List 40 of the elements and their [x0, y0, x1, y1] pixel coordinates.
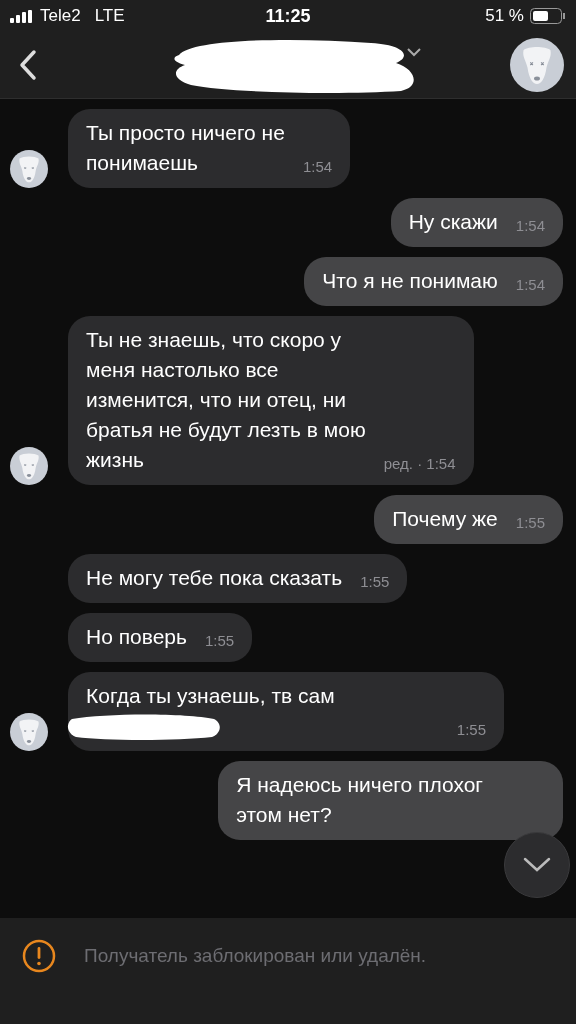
message-time: ред. · 1:54: [382, 454, 456, 474]
message-bubble[interactable]: Что я не понимаю 1:54: [304, 257, 563, 306]
message-text: Но поверь: [86, 624, 187, 650]
warning-icon: [22, 939, 56, 973]
message-bubble[interactable]: Когда ты узнаешь, тв сам 1:55: [68, 672, 504, 751]
network-type: LTE: [94, 6, 125, 26]
message-time: 1:54: [514, 216, 545, 236]
avatar-icon[interactable]: [10, 150, 48, 188]
message-time: 1:54: [514, 275, 545, 295]
avatar-icon[interactable]: [10, 447, 48, 485]
message-bubble[interactable]: Почему же 1:55: [374, 495, 563, 544]
message-time: 1:55: [359, 572, 390, 592]
message-text: Ты не знаешь, что скоро у меня настолько все изменится, что ни отец, ни братья не будут лезть в мою жизнь: [86, 327, 366, 473]
message-time: 1:55: [455, 720, 486, 740]
message-text: Ты просто ничего не понимаешь: [86, 120, 285, 176]
signal-icon: [10, 9, 34, 23]
blocked-notice: Получатель заблокирован или удалён.: [84, 945, 427, 967]
battery-percent: 51 %: [485, 6, 524, 26]
message-text: Не могу тебе пока сказать: [86, 565, 343, 591]
clock-time: 11:25: [265, 5, 311, 27]
message-text: Почему же: [392, 506, 498, 532]
avatar-icon[interactable]: [510, 38, 564, 92]
message-time: 1:55: [514, 513, 545, 533]
message-text: Что я не понимаю: [322, 268, 498, 294]
message-time: 1:54: [301, 157, 333, 177]
message-text: Я надеюсь ничего плохог этом нет?: [236, 772, 483, 828]
carrier-name: Tele2: [40, 6, 81, 26]
message-text: Ну скажи: [408, 209, 498, 235]
message-bubble[interactable]: Ты не знаешь, что скоро у меня настолько все изменится, что ни отец, ни братья не будут лезть в мою жизнь ред. · 1:54: [68, 316, 474, 485]
message-bubble[interactable]: Но поверь 1:55: [68, 613, 253, 662]
message-bubble[interactable]: Не могу тебе пока сказать 1:55: [68, 554, 408, 603]
message-bubble[interactable]: Я надеюсь ничего плохог этом нет?: [218, 761, 563, 840]
chevron-down-icon: [522, 856, 552, 874]
message-text: Когда ты узнаешь, тв сам: [86, 683, 336, 709]
battery-icon: [530, 8, 566, 24]
message-bubble[interactable]: Ну скажи 1:54: [390, 198, 563, 247]
chevron-down-icon: [407, 47, 421, 57]
message-time: 1:55: [203, 631, 235, 651]
avatar-icon[interactable]: [10, 713, 48, 751]
message-bubble[interactable]: Ты просто ничего не понимаешь 1:54: [68, 109, 351, 188]
